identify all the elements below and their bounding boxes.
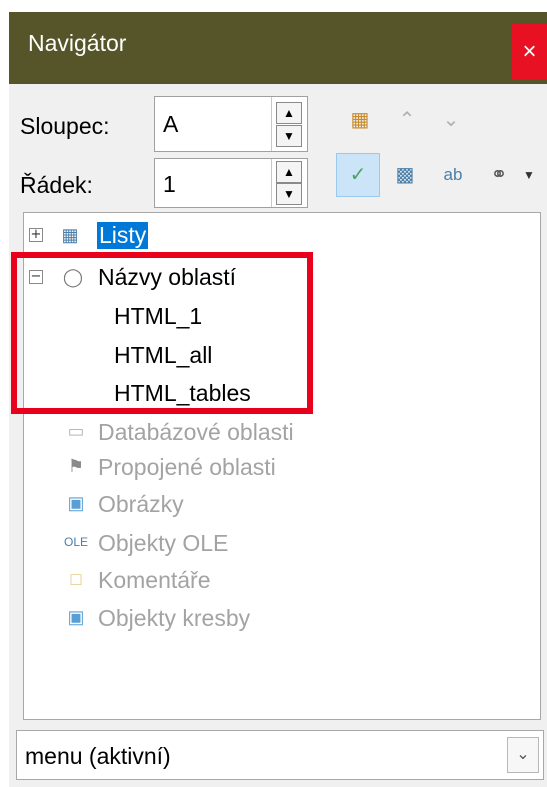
annotation-highlight <box>11 252 313 414</box>
row-increment-icon[interactable]: ▲ <box>276 161 302 183</box>
ole-icon: OLE <box>63 535 88 549</box>
data-range-icon[interactable]: ▦ <box>345 105 375 135</box>
insert-table-icon[interactable]: ▩ <box>390 160 420 190</box>
tree-item-images[interactable]: Obrázky <box>98 491 184 518</box>
row-spinfield[interactable]: 1 ▲ ▼ <box>154 158 308 208</box>
column-spin-buttons: ▲ ▼ <box>271 97 307 151</box>
column-spinfield[interactable]: A ▲ ▼ <box>154 96 308 152</box>
rename-icon[interactable]: ab <box>438 160 468 190</box>
toggle-check-icon[interactable]: ✓ <box>336 153 380 197</box>
expand-listy-icon[interactable]: + <box>29 228 43 242</box>
flag-icon: ⚑ <box>67 456 85 476</box>
sheet-icon: ▦ <box>61 225 79 245</box>
chevron-up-icon[interactable]: ⌃ <box>392 105 422 135</box>
chevron-down-icon[interactable]: ⌄ <box>436 105 466 135</box>
image-icon: ▣ <box>67 493 85 513</box>
tree-item-listy[interactable]: Listy <box>97 222 149 249</box>
document-select[interactable]: menu (aktivní) ⌄ <box>16 730 544 780</box>
column-increment-icon[interactable]: ▲ <box>276 102 302 124</box>
row-value[interactable]: 1 <box>163 171 176 198</box>
column-label: Sloupec: <box>20 113 110 139</box>
window-title: Navigátor <box>28 30 127 56</box>
dropdown-arrow-icon[interactable]: ▼ <box>518 160 540 190</box>
row-decrement-icon[interactable]: ▼ <box>276 183 302 205</box>
drawing-icon: ▣ <box>67 607 85 627</box>
close-icon: × <box>522 38 537 65</box>
tree-item-ole-objects[interactable]: Objekty OLE <box>98 530 228 557</box>
tree-item-comments[interactable]: Komentáře <box>98 567 211 594</box>
document-select-value: menu (aktivní) <box>25 743 171 769</box>
comment-icon: □ <box>70 569 82 589</box>
tree-item-database-ranges[interactable]: Databázové oblasti <box>98 419 294 446</box>
row-spin-buttons: ▲ ▼ <box>271 159 307 207</box>
globe-link-icon[interactable]: ⚭ <box>484 160 514 190</box>
database-icon: ▭ <box>67 421 85 441</box>
tree-item-drawing-objects[interactable]: Objekty kresby <box>98 605 250 632</box>
row-label: Řádek: <box>20 172 93 198</box>
column-value[interactable]: A <box>163 111 178 138</box>
column-decrement-icon[interactable]: ▼ <box>276 125 302 147</box>
chevron-down-icon[interactable]: ⌄ <box>507 737 539 773</box>
close-button[interactable]: × <box>512 24 547 80</box>
tree-item-linked-areas[interactable]: Propojené oblasti <box>98 454 276 481</box>
